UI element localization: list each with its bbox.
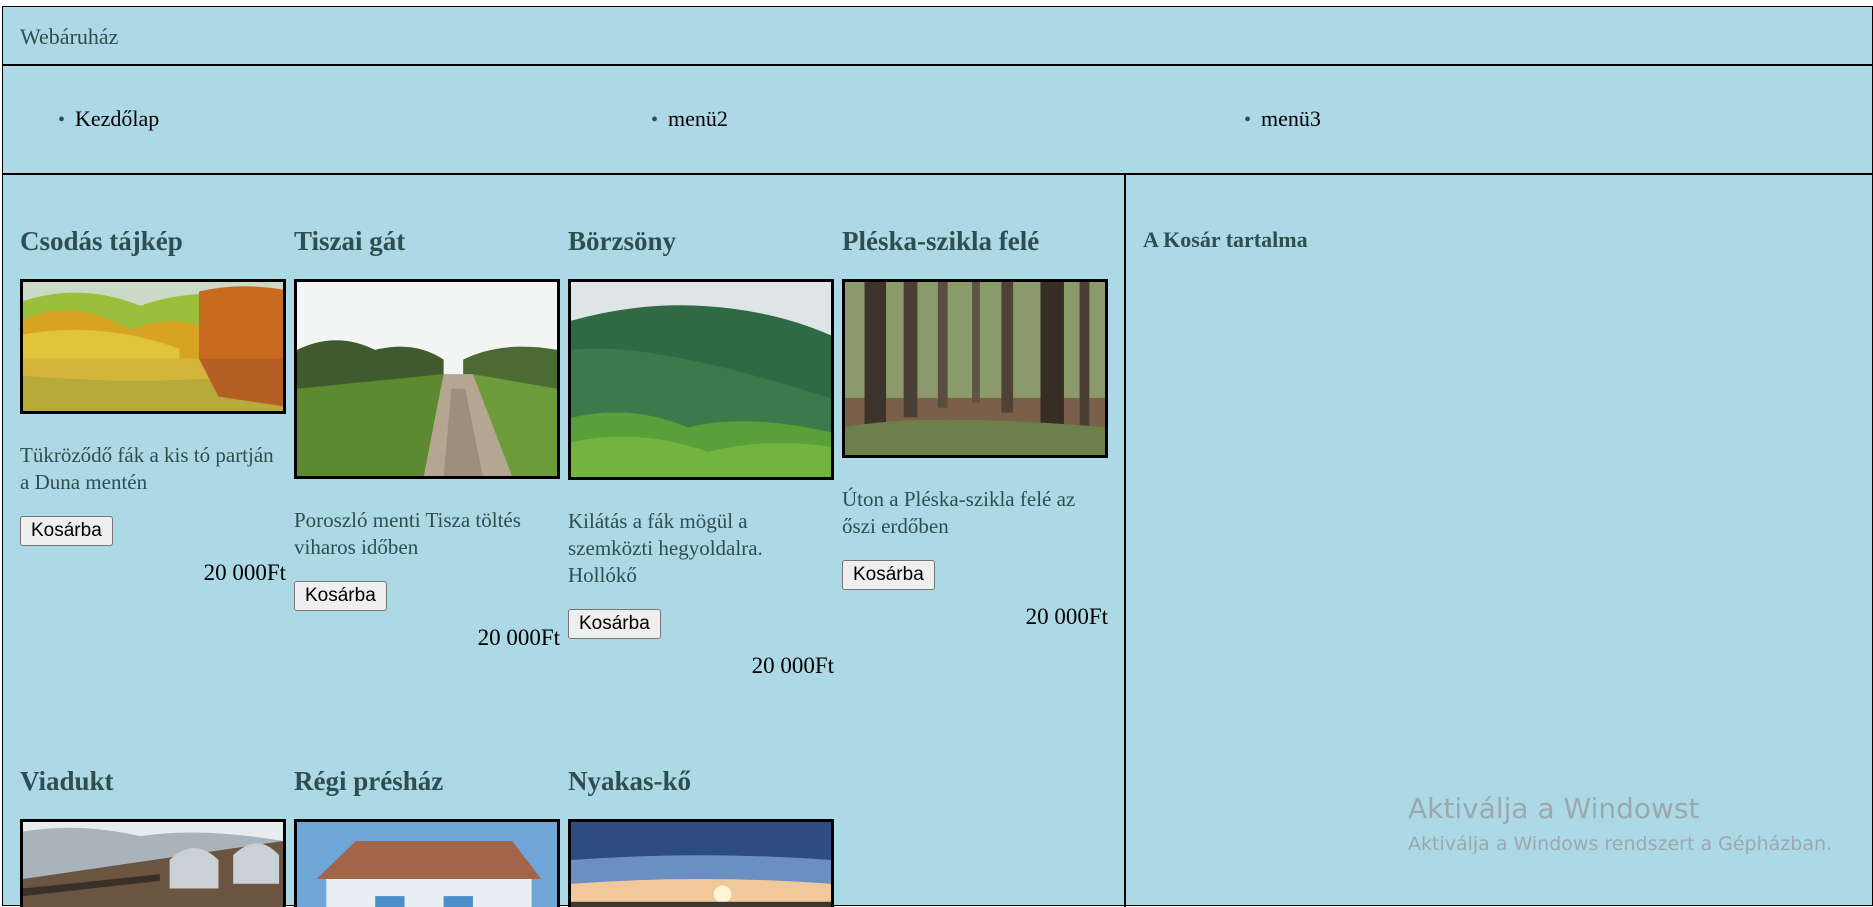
nav-item-label: menü3 (1261, 106, 1321, 131)
product-price: 20 000Ft (1025, 604, 1108, 629)
product-image-press-house (294, 819, 560, 907)
bullet-icon: • (1244, 109, 1252, 131)
product-title: Nyakas-kő (568, 766, 692, 796)
windows-activation-watermark: Aktiválja a Windowst Aktiválja a Windows… (1408, 792, 1832, 855)
product-card: Viadukt (20, 765, 286, 907)
product-title: Tiszai gát (294, 226, 406, 256)
nav-item-menu3[interactable]: • menü3 (1244, 106, 1321, 132)
site-header: Webáruház (3, 7, 1872, 66)
cart-title: A Kosár tartalma (1143, 227, 1308, 252)
product-image-forest (842, 279, 1108, 458)
product-title: Csodás tájkép (20, 226, 183, 256)
product-card: Tiszai gát Poroszló menti Tisza töltés v… (294, 225, 560, 651)
product-description: Poroszló menti Tisza töltés viharos időb… (294, 508, 521, 559)
product-description: Úton a Pléska-szikla felé az őszi erdőbe… (842, 487, 1076, 538)
product-image-dam (294, 279, 560, 479)
product-card: Pléska-szikla felé Úton a Pléska-szikla … (842, 225, 1108, 630)
product-title: Pléska-szikla felé (842, 226, 1040, 256)
bullet-icon: • (651, 109, 659, 131)
product-description: Tükröződő fák a kis tó partján a Duna me… (20, 443, 274, 494)
watermark-title: Aktiválja a Windowst (1408, 792, 1700, 825)
nav-item-label: menü2 (668, 106, 728, 131)
site-title: Webáruház (20, 24, 119, 49)
product-grid: Csodás tájkép Tükröződő fák a kis tó par… (3, 175, 1126, 907)
product-price: 20 000Ft (477, 625, 560, 650)
product-card: Régi présház (294, 765, 560, 907)
product-image-lake (20, 279, 286, 414)
nav-item-label: Kezdőlap (75, 106, 160, 131)
product-image-mountain (568, 279, 834, 480)
product-description: Kilátás a fák mögül a szemközti hegyolda… (568, 509, 763, 587)
product-image-sunset (568, 819, 834, 907)
product-price: 20 000Ft (203, 560, 286, 585)
product-price: 20 000Ft (751, 653, 834, 678)
main-nav: • Kezdőlap • menü2 • menü3 (3, 66, 1872, 175)
product-card: Nyakas-kő (568, 765, 834, 907)
watermark-subtitle: Aktiválja a Windows rendszert a Gépházba… (1408, 833, 1833, 855)
add-to-cart-button[interactable]: Kosárba (568, 609, 661, 639)
bullet-icon: • (58, 109, 66, 131)
add-to-cart-button[interactable]: Kosárba (20, 516, 113, 546)
product-title: Börzsöny (568, 226, 676, 256)
product-title: Régi présház (294, 766, 444, 796)
nav-item-home[interactable]: • Kezdőlap (58, 106, 159, 132)
product-title: Viadukt (20, 766, 114, 796)
product-card: Börzsöny Kilátás a fák mögül a szemközti… (568, 225, 834, 679)
add-to-cart-button[interactable]: Kosárba (294, 581, 387, 611)
add-to-cart-button[interactable]: Kosárba (842, 560, 935, 590)
product-card: Csodás tájkép Tükröződő fák a kis tó par… (20, 225, 286, 586)
nav-item-menu2[interactable]: • menü2 (651, 106, 728, 132)
page: Webáruház • Kezdőlap • menü2 • menü3 Csodás… (2, 6, 1873, 907)
product-image-viaduct (20, 819, 286, 907)
